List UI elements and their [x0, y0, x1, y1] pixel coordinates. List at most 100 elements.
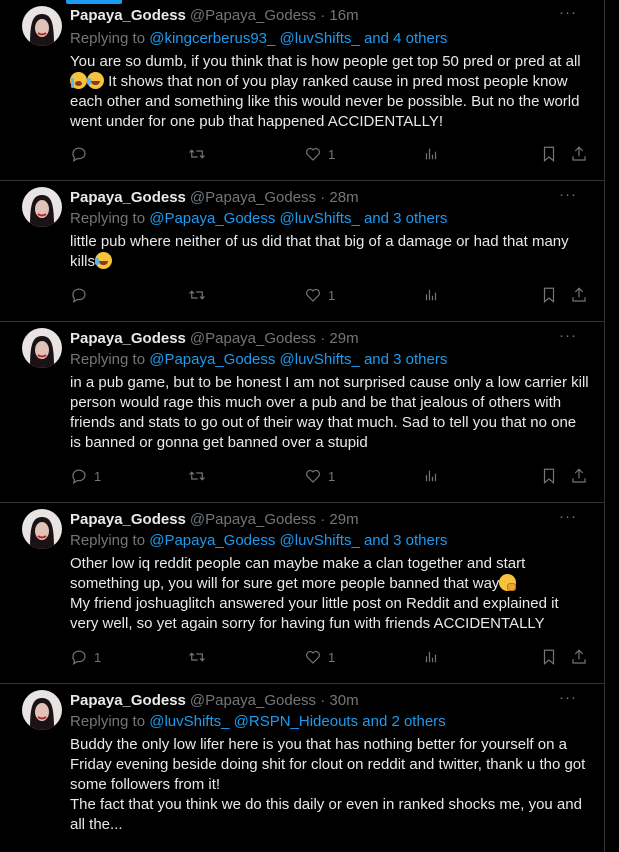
tweet-time[interactable]: · 16m [320, 7, 358, 24]
bookmark-button[interactable] [540, 285, 558, 305]
like-icon [306, 650, 320, 664]
tweet[interactable]: Papaya_Godess @Papaya_Godess · 16m ··· Re… [0, 0, 604, 181]
more-icon[interactable]: ··· [558, 5, 578, 26]
replying-to: Replying to @kingcerberus93_ @luvShifts_… [70, 29, 588, 49]
tweet-text-line: in a pub game, but to be honest I am not… [70, 374, 589, 451]
retweet-icon [189, 290, 205, 300]
replying-to: Replying to @Papaya_Godess @luvShifts_ a… [70, 209, 588, 229]
tweet-text-line: Other low iq reddit people can maybe mak… [70, 555, 526, 592]
retweet-icon [189, 652, 205, 662]
author-name[interactable]: Papaya_Godess [70, 692, 186, 709]
tweet[interactable]: Papaya_Godess @Papaya_Godess · 29m ··· Re… [0, 503, 604, 684]
author-name[interactable]: Papaya_Godess [70, 7, 186, 24]
retweet-button[interactable] [188, 144, 206, 164]
avatar[interactable] [22, 328, 62, 368]
replying-links[interactable]: @luvShifts_ @RSPN_Hideouts and 2 others [149, 713, 445, 730]
replying-prefix: Replying to [70, 713, 150, 730]
author-handle[interactable]: @Papaya_Godess [190, 692, 316, 709]
like-icon [306, 288, 320, 302]
share-icon [572, 287, 586, 302]
replying-prefix: Replying to [70, 30, 150, 47]
more-icon[interactable]: ··· [558, 509, 578, 530]
like-count: 1 [328, 649, 336, 665]
bookmark-icon [543, 649, 555, 666]
views-button[interactable] [422, 466, 440, 486]
more-icon[interactable]: ··· [558, 187, 578, 208]
views-icon [425, 148, 437, 160]
author-handle[interactable]: @Papaya_Godess [190, 511, 316, 528]
replying-to: Replying to @Papaya_Godess @luvShifts_ a… [70, 350, 588, 370]
tweet-actions: 1 [70, 285, 590, 305]
retweet-icon [189, 471, 205, 481]
views-button[interactable] [422, 144, 440, 164]
views-icon [425, 651, 437, 663]
column-border [604, 0, 605, 852]
like-button[interactable]: 1 [304, 647, 335, 667]
tweet-text-line: You are so dumb, if you think that is ho… [70, 53, 581, 70]
avatar[interactable] [22, 6, 62, 46]
replying-prefix: Replying to [70, 210, 150, 227]
retweet-button[interactable] [188, 285, 206, 305]
bookmark-icon [543, 287, 555, 304]
bookmark-button[interactable] [540, 647, 558, 667]
author-handle[interactable]: @Papaya_Godess [190, 7, 316, 24]
author-name[interactable]: Papaya_Godess [70, 330, 186, 347]
tweet-text: Buddy the only low lifer here is you tha… [70, 735, 590, 835]
tweet[interactable]: Papaya_Godess @Papaya_Godess · 28m ··· Re… [0, 181, 604, 322]
tweet[interactable]: Papaya_Godess @Papaya_Godess · 30m ··· Re… [0, 684, 604, 852]
tweet-time[interactable]: · 28m [320, 189, 358, 206]
crying-emoji-icon [70, 72, 87, 89]
like-count: 1 [328, 287, 336, 303]
author-handle[interactable]: @Papaya_Godess [190, 189, 316, 206]
replying-links[interactable]: @Papaya_Godess @luvShifts_ and 3 others [149, 351, 447, 368]
author-name[interactable]: Papaya_Godess [70, 511, 186, 528]
avatar[interactable] [22, 187, 62, 227]
reply-icon [72, 147, 86, 163]
replying-links[interactable]: @Papaya_Godess @luvShifts_ and 3 others [149, 210, 447, 227]
retweet-button[interactable] [188, 466, 206, 486]
bookmark-button[interactable] [540, 144, 558, 164]
share-button[interactable] [570, 466, 588, 486]
like-count: 1 [328, 468, 336, 484]
tweet-feed: Papaya_Godess @Papaya_Godess · 16m ··· Re… [0, 0, 604, 852]
share-icon [572, 468, 586, 483]
reply-icon [72, 288, 86, 304]
replying-links[interactable]: @kingcerberus93_ @luvShifts_ and 4 other… [149, 30, 447, 47]
reply-button[interactable] [70, 144, 94, 164]
reply-button[interactable] [70, 285, 94, 305]
views-button[interactable] [422, 647, 440, 667]
views-icon [425, 470, 437, 482]
like-icon [306, 469, 320, 483]
more-icon[interactable]: ··· [558, 690, 578, 711]
share-button[interactable] [570, 144, 588, 164]
retweet-button[interactable] [188, 647, 206, 667]
share-button[interactable] [570, 647, 588, 667]
author-name[interactable]: Papaya_Godess [70, 189, 186, 206]
reply-icon [72, 469, 86, 485]
avatar[interactable] [22, 690, 62, 730]
author-handle[interactable]: @Papaya_Godess [190, 330, 316, 347]
tweet-text: in a pub game, but to be honest I am not… [70, 373, 590, 453]
reply-button[interactable]: 1 [70, 647, 101, 667]
like-button[interactable]: 1 [304, 285, 335, 305]
reply-button[interactable]: 1 [70, 466, 101, 486]
like-icon [306, 147, 320, 161]
replying-links[interactable]: @Papaya_Godess @luvShifts_ and 3 others [149, 532, 447, 549]
tweet-actions: 1 [70, 144, 590, 164]
more-icon[interactable]: ··· [558, 328, 578, 349]
tweet-text-line: The fact that you think we do this daily… [70, 796, 582, 833]
reply-count: 1 [94, 468, 102, 484]
tweet-text: Other low iq reddit people can maybe mak… [70, 554, 590, 634]
views-button[interactable] [422, 285, 440, 305]
replying-prefix: Replying to [70, 532, 150, 549]
tweet[interactable]: Papaya_Godess @Papaya_Godess · 29m ··· Re… [0, 322, 604, 503]
like-button[interactable]: 1 [304, 466, 335, 486]
tweet-time[interactable]: · 29m [320, 511, 358, 528]
tweet-time[interactable]: · 30m [320, 692, 358, 709]
bookmark-icon [543, 146, 555, 163]
tweet-time[interactable]: · 29m [320, 330, 358, 347]
avatar[interactable] [22, 509, 62, 549]
bookmark-button[interactable] [540, 466, 558, 486]
share-button[interactable] [570, 285, 588, 305]
like-button[interactable]: 1 [304, 144, 335, 164]
